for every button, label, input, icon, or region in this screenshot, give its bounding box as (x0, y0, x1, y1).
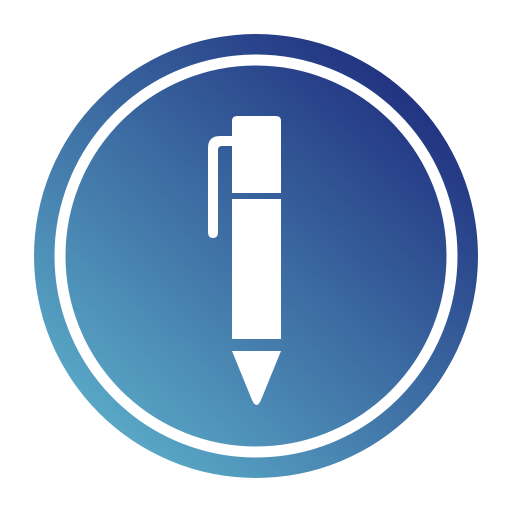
pen-barrel (232, 199, 281, 339)
pen-cap (232, 116, 281, 193)
app-icon (34, 34, 478, 478)
